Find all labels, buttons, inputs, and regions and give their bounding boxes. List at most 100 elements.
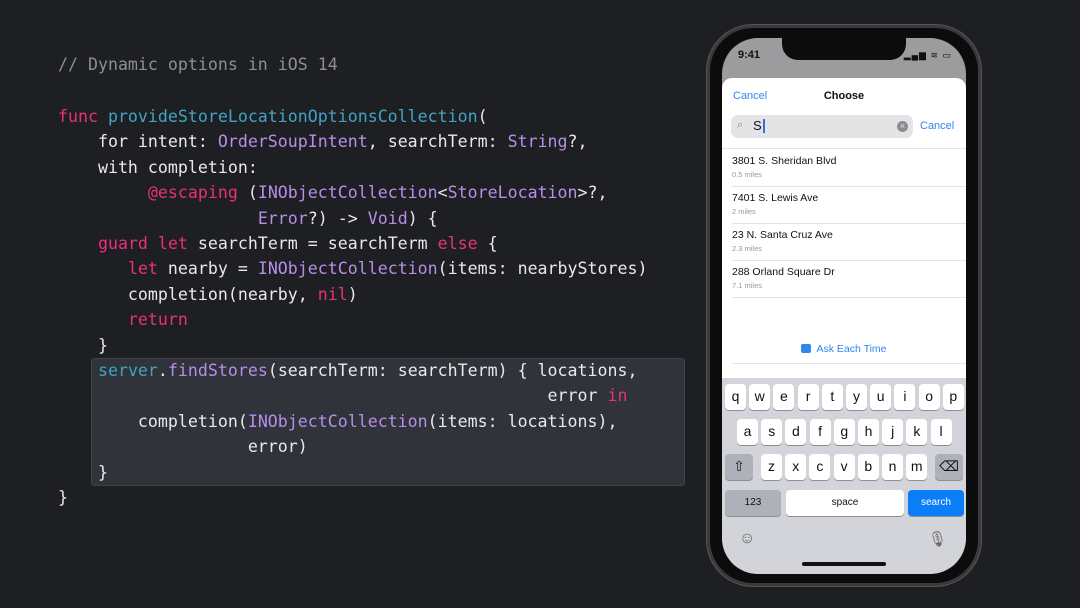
key-t[interactable]: t [821,384,843,410]
key-q[interactable]: q [725,384,746,410]
sheet-title: Choose [823,90,865,102]
key-r[interactable]: r [797,384,819,410]
code-token: searchTerm = searchTerm [187,234,438,254]
search-key[interactable]: search [908,490,964,516]
code-token: >?, [577,183,608,203]
ask-each-time-button[interactable]: Ask Each Time [722,343,966,355]
code-token: nil [317,284,348,304]
code-token: in [607,386,628,406]
message-bubble-icon [801,344,812,353]
code-token: (items: nearbyStores) [437,259,648,279]
code-line: error) [58,434,647,459]
code-line: } [58,485,647,510]
key-v[interactable]: v [833,454,855,480]
code-token: ( [477,107,488,126]
key-p[interactable]: p [942,384,964,410]
code-token: ) { [407,208,438,228]
store-result-row[interactable]: 7401 S. Lewis Ave 2 miles [732,186,962,223]
key-b[interactable]: b [857,454,879,480]
code-token: @escaping [147,183,238,203]
ask-each-time-label: Ask Each Time [816,343,887,355]
store-address: 3801 S. Sheridan Blvd [732,155,837,167]
store-result-row[interactable]: 3801 S. Sheridan Blvd 0.5 miles [732,149,962,186]
notch [782,38,906,60]
code-token: < [437,183,448,203]
code-token: { [477,234,498,254]
key-g[interactable]: g [833,419,855,445]
status-icons: ▂▄▆ ≋ ▭ [903,50,952,60]
code-line: completion(INObjectCollection(items: loc… [58,409,647,434]
code-line: error in [58,383,647,408]
code-line: @escaping (INObjectCollection<StoreLocat… [58,180,647,205]
key-e[interactable]: e [773,384,795,410]
code-token: String [507,132,568,152]
choose-sheet: Cancel Choose ⌕ S × Cancel Ask Each Time… [722,78,966,378]
code-token: let [127,259,158,279]
key-o[interactable]: o [918,384,940,410]
key-i[interactable]: i [894,384,916,410]
search-input[interactable]: S [753,119,765,133]
key-f[interactable]: f [809,419,831,445]
code-line: Error?) -> Void) { [58,206,647,231]
code-token: func [58,107,108,126]
code-token: error) [58,437,308,457]
code-block: func provideStoreLocationOptionsCollecti… [58,104,647,511]
key-l[interactable]: l [930,419,952,445]
space-key[interactable]: space [786,490,904,516]
store-distance: 2 miles [732,207,756,216]
code-token: ?, [567,132,588,152]
shift-key[interactable]: ⇧ [725,454,753,480]
code-token: } [58,488,68,508]
code-token: findStores [167,361,268,381]
code-line: return [58,307,647,332]
code-token: StoreLocation [447,183,578,203]
key-j[interactable]: j [882,419,904,445]
store-result-row[interactable]: 23 N. Santa Cruz Ave 2.3 miles [732,223,962,260]
key-x[interactable]: x [785,454,807,480]
store-distance: 7.1 miles [732,281,763,290]
code-token: else [437,234,478,254]
key-y[interactable]: y [846,384,867,410]
code-token: , searchTerm: [367,132,508,152]
code-token: error [58,386,608,406]
search-icon: ⌕ [737,119,744,131]
code-token: with completion: [58,157,258,177]
code-line: } [58,333,647,358]
key-u[interactable]: u [870,384,892,410]
divider [732,363,966,364]
key-m[interactable]: m [906,454,928,480]
clear-icon[interactable]: × [897,121,908,132]
code-line: for intent: OrderSoupIntent, searchTerm:… [58,129,647,154]
key-k[interactable]: k [906,419,928,445]
key-z[interactable]: z [761,454,782,480]
search-field[interactable]: ⌕ S × [731,115,913,138]
home-indicator [802,562,886,566]
code-token: server [97,361,158,381]
key-c[interactable]: c [809,454,831,480]
code-token: ( [237,183,258,203]
key-w[interactable]: w [749,384,771,410]
numbers-key[interactable]: 123 [725,490,781,516]
status-time: 9:41 [738,49,761,61]
store-address: 7401 S. Lewis Ave [732,192,819,204]
key-n[interactable]: n [882,454,903,480]
code-token: return [127,310,188,330]
key-a[interactable]: a [737,419,758,445]
code-token: completion( [58,411,248,431]
code-token: Void [367,208,408,228]
iphone-frame: 9:41 ▂▄▆ ≋ ▭ Cancel Choose ⌕ S × Cancel … [707,25,981,586]
microphone-icon[interactable]: 🎙 [928,530,947,548]
delete-key[interactable]: ⌫ [935,454,963,480]
key-d[interactable]: d [785,419,807,445]
store-distance: 0.5 miles [732,170,763,179]
store-result-row[interactable]: 288 Orland Square Dr 7.1 miles [732,260,962,297]
emoji-icon[interactable]: ☺ [739,530,755,548]
key-s[interactable]: s [761,419,783,445]
key-h[interactable]: h [858,419,879,445]
search-cancel-button[interactable]: Cancel [920,120,954,132]
store-address: 23 N. Santa Cruz Ave [732,229,833,241]
